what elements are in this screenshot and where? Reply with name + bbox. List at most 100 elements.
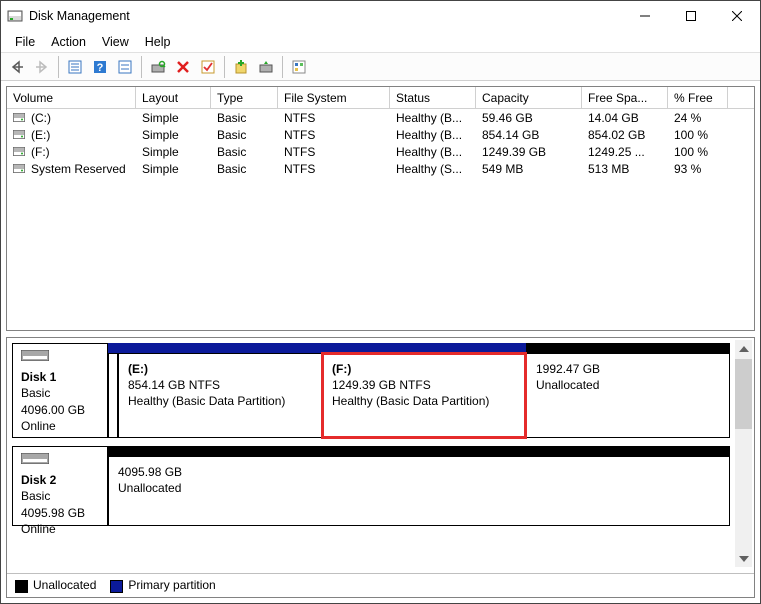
maximize-button[interactable] <box>668 1 714 31</box>
settings-button[interactable] <box>287 55 311 79</box>
legend-primary: Primary partition <box>128 578 215 592</box>
cell-type: Basic <box>211 109 278 126</box>
menu-file[interactable]: File <box>7 33 43 51</box>
col-layout[interactable]: Layout <box>136 87 211 109</box>
disk-entry[interactable]: Disk 1Basic4096.00 GBOnline(E:)854.14 GB… <box>12 343 730 438</box>
cell-layout: Simple <box>136 109 211 126</box>
cell-pct: 93 % <box>668 160 728 177</box>
back-button[interactable] <box>5 55 29 79</box>
swatch-unallocated <box>15 580 28 593</box>
cell-name: (C:) <box>7 109 136 126</box>
partition-detail: Unallocated <box>118 480 720 496</box>
cell-free: 1249.25 ... <box>582 143 668 160</box>
partition-detail: Healthy (Basic Data Partition) <box>332 393 516 409</box>
cell-capacity: 549 MB <box>476 160 582 177</box>
refresh-button[interactable] <box>113 55 137 79</box>
menu-action[interactable]: Action <box>43 33 94 51</box>
disk-size: 4096.00 GB <box>21 402 99 418</box>
open-button[interactable] <box>146 55 170 79</box>
table-row[interactable]: (F:)SimpleBasicNTFSHealthy (B...1249.39 … <box>7 143 754 160</box>
cell-free: 854.02 GB <box>582 126 668 143</box>
vertical-scrollbar[interactable] <box>735 340 752 567</box>
disk-label[interactable]: Disk 1Basic4096.00 GBOnline <box>12 343 108 438</box>
new-partition-button[interactable] <box>229 55 253 79</box>
disk-name: Disk 1 <box>21 370 56 384</box>
cell-fs: NTFS <box>278 160 390 177</box>
disk-graphical-view[interactable]: Disk 1Basic4096.00 GBOnline(E:)854.14 GB… <box>6 337 755 598</box>
scroll-down-icon[interactable] <box>735 550 752 567</box>
disk-status: Online <box>21 521 99 537</box>
delete-button[interactable] <box>171 55 195 79</box>
cell-pct: 100 % <box>668 126 728 143</box>
partition[interactable]: (E:)854.14 GB NTFSHealthy (Basic Data Pa… <box>118 353 322 438</box>
forward-button[interactable] <box>30 55 54 79</box>
partition-detail: Healthy (Basic Data Partition) <box>128 393 312 409</box>
cell-status: Healthy (S... <box>390 160 476 177</box>
cell-status: Healthy (B... <box>390 126 476 143</box>
minimize-button[interactable] <box>622 1 668 31</box>
system-partition-sliver[interactable] <box>108 353 118 438</box>
col-fs[interactable]: File System <box>278 87 390 109</box>
scrollbar-thumb[interactable] <box>735 359 752 429</box>
partition-letter: (F:) <box>332 362 351 376</box>
cell-capacity: 1249.39 GB <box>476 143 582 160</box>
disk-entry[interactable]: Disk 2Basic4095.98 GBOnline4095.98 GBUna… <box>12 446 730 526</box>
cell-fs: NTFS <box>278 126 390 143</box>
cell-layout: Simple <box>136 143 211 160</box>
svg-text:?: ? <box>97 62 104 74</box>
col-pct[interactable]: % Free <box>668 87 728 109</box>
col-volume[interactable]: Volume <box>7 87 136 109</box>
partition-info: 1992.47 GB <box>536 361 720 377</box>
partition-info: 4095.98 GB <box>118 464 720 480</box>
disk-status: Online <box>21 418 99 434</box>
cell-type: Basic <box>211 160 278 177</box>
partition-info: 1249.39 GB NTFS <box>332 377 516 393</box>
col-type[interactable]: Type <box>211 87 278 109</box>
cell-fs: NTFS <box>278 109 390 126</box>
col-spacer <box>728 87 754 109</box>
help-button[interactable]: ? <box>88 55 112 79</box>
table-row[interactable]: (C:)SimpleBasicNTFSHealthy (B...59.46 GB… <box>7 109 754 126</box>
disk-type: Basic <box>21 488 99 504</box>
scroll-up-icon[interactable] <box>735 340 752 357</box>
cell-layout: Simple <box>136 126 211 143</box>
cell-free: 513 MB <box>582 160 668 177</box>
check-button[interactable] <box>196 55 220 79</box>
legend-unallocated: Unallocated <box>33 578 96 592</box>
cell-fs: NTFS <box>278 143 390 160</box>
cell-layout: Simple <box>136 160 211 177</box>
cell-name: (F:) <box>7 143 136 160</box>
table-row[interactable]: System ReservedSimpleBasicNTFSHealthy (S… <box>7 160 754 177</box>
partition[interactable]: 1992.47 GBUnallocated <box>526 353 730 438</box>
volume-table[interactable]: Volume Layout Type File System Status Ca… <box>6 86 755 331</box>
cell-type: Basic <box>211 143 278 160</box>
cell-capacity: 59.46 GB <box>476 109 582 126</box>
menu-help[interactable]: Help <box>137 33 179 51</box>
cell-name: System Reserved <box>7 160 136 177</box>
partition-letter: (E:) <box>128 362 148 376</box>
properties-button[interactable] <box>63 55 87 79</box>
cell-status: Healthy (B... <box>390 143 476 160</box>
partition[interactable]: (F:)1249.39 GB NTFSHealthy (Basic Data P… <box>322 353 526 438</box>
col-free[interactable]: Free Spa... <box>582 87 668 109</box>
menu-view[interactable]: View <box>94 33 137 51</box>
col-status[interactable]: Status <box>390 87 476 109</box>
cell-type: Basic <box>211 126 278 143</box>
disk-label[interactable]: Disk 2Basic4095.98 GBOnline <box>12 446 108 526</box>
disk-mgmt-icon <box>7 8 23 24</box>
col-capacity[interactable]: Capacity <box>476 87 582 109</box>
cell-status: Healthy (B... <box>390 109 476 126</box>
disk-props-button[interactable] <box>254 55 278 79</box>
window-title: Disk Management <box>29 9 622 23</box>
close-button[interactable] <box>714 1 760 31</box>
partition[interactable]: 4095.98 GBUnallocated <box>108 456 730 526</box>
table-row[interactable]: (E:)SimpleBasicNTFSHealthy (B...854.14 G… <box>7 126 754 143</box>
disk-name: Disk 2 <box>21 473 56 487</box>
partition-detail: Unallocated <box>536 377 720 393</box>
partition-info: 854.14 GB NTFS <box>128 377 312 393</box>
cell-pct: 24 % <box>668 109 728 126</box>
cell-capacity: 854.14 GB <box>476 126 582 143</box>
cell-pct: 100 % <box>668 143 728 160</box>
disk-type: Basic <box>21 385 99 401</box>
disk-size: 4095.98 GB <box>21 505 99 521</box>
